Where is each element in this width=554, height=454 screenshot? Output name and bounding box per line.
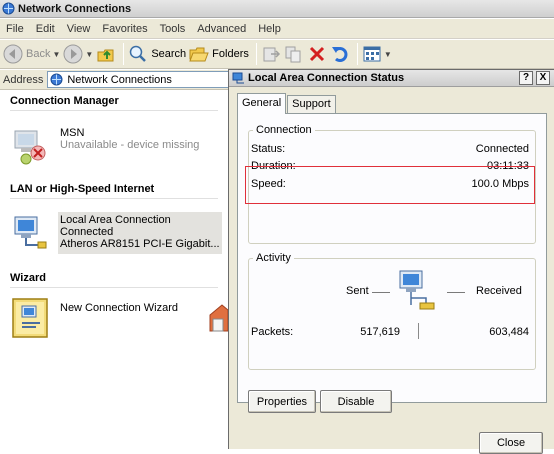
home-network-icon — [209, 304, 228, 332]
forward-arrow-icon — [63, 44, 83, 64]
lan-connection-icon — [14, 216, 47, 249]
status-label: Status: — [251, 143, 286, 155]
search-icon — [130, 45, 147, 62]
packets-sent-value: 517,619 — [360, 326, 400, 338]
duration-value: 03:11:33 — [486, 160, 529, 172]
address-value: Network Connections — [67, 73, 172, 86]
menu-favorites[interactable]: Favorites — [96, 23, 153, 35]
back-label: Back — [26, 48, 51, 60]
properties-button[interactable]: Properties — [248, 390, 316, 413]
views-icon — [363, 46, 381, 62]
general-tab-panel: Connection Status: Connected Duration: 0… — [237, 113, 547, 413]
activity-group: Activity — [248, 252, 536, 370]
network-connection-icon — [232, 72, 244, 83]
toolbar-separator — [356, 43, 358, 65]
menu-advanced[interactable]: Advanced — [191, 23, 252, 35]
received-label: Received — [476, 285, 522, 297]
undo-icon — [331, 47, 348, 62]
delete-button[interactable] — [307, 42, 327, 66]
activity-legend: Activity — [256, 252, 291, 264]
address-input[interactable]: Network Connections — [47, 71, 238, 88]
speed-value: 100.0 Mbps — [471, 178, 529, 190]
dialog-title: Local Area Connection Status — [248, 72, 405, 84]
chevron-down-icon[interactable]: ▼ — [85, 50, 93, 59]
menu-edit[interactable]: Edit — [30, 23, 61, 35]
undo-button[interactable] — [330, 42, 350, 66]
list-item-local-area-connection[interactable]: Local Area Connection Connected Atheros … — [10, 212, 222, 254]
address-label: Address — [3, 73, 44, 86]
move-to-button[interactable] — [261, 42, 281, 66]
menu-bar: File Edit View Favorites Tools Advanced … — [0, 19, 554, 39]
list-item-msn[interactable]: MSN Unavailable - device missing — [10, 127, 199, 169]
menu-help[interactable]: Help — [252, 23, 287, 35]
dialog-close-x-button[interactable]: X — [536, 71, 550, 85]
menu-view[interactable]: View — [61, 23, 97, 35]
packets-received-value: 603,484 — [489, 326, 529, 338]
forward-button[interactable]: ▼ — [63, 42, 93, 66]
msn-connection-icon — [14, 130, 46, 165]
close-button[interactable]: Close — [479, 432, 543, 454]
toolbar: Back ▼ ▼ Search Folders ▼ — [0, 40, 554, 69]
back-arrow-icon — [3, 44, 23, 64]
lan-connection-text: Local Area Connection Connected Atheros … — [58, 212, 222, 254]
lan-connection-status: Connected — [60, 226, 114, 238]
tab-strip: General Support — [237, 93, 337, 114]
tab-general[interactable]: General — [237, 93, 287, 114]
connection-status-dialog: Local Area Connection Status ? X General… — [228, 69, 554, 454]
dialog-titlebar: Local Area Connection Status — [229, 70, 554, 87]
received-divider — [447, 292, 465, 293]
copy-to-button[interactable] — [284, 42, 304, 66]
sent-label: Sent — [346, 285, 369, 297]
toolbar-separator — [123, 43, 125, 65]
menu-tools[interactable]: Tools — [154, 23, 192, 35]
window-title: Network Connections — [18, 2, 132, 15]
back-button[interactable]: Back ▼ — [3, 42, 60, 66]
up-folder-icon — [97, 49, 114, 62]
connections-list: Connection Manager MSN Unavailable - dev… — [0, 91, 228, 449]
folders-icon — [189, 47, 209, 62]
folders-label: Folders — [212, 48, 249, 60]
packets-divider — [418, 323, 419, 339]
msn-name: MSN — [60, 127, 85, 139]
group-header-connection-manager: Connection Manager — [10, 95, 218, 111]
chevron-down-icon[interactable]: ▼ — [52, 50, 60, 59]
status-value: Connected — [475, 143, 529, 155]
window-titlebar: Network Connections — [0, 0, 554, 18]
lan-connection-name: Local Area Connection — [60, 214, 171, 226]
up-folder-button[interactable] — [96, 42, 116, 66]
speed-label: Speed: — [251, 178, 286, 190]
copy-to-icon — [285, 46, 301, 63]
msn-status: Unavailable - device missing — [60, 139, 200, 151]
list-item-new-connection-wizard[interactable]: New Connection Wizard — [10, 296, 178, 342]
sent-divider — [372, 292, 390, 293]
search-label: Search — [151, 48, 187, 60]
move-to-icon — [263, 47, 280, 62]
packets-label: Packets: — [251, 326, 294, 338]
chevron-down-icon[interactable]: ▼ — [384, 50, 392, 59]
network-activity-icon — [399, 270, 435, 310]
connection-legend: Connection — [256, 124, 312, 136]
toolbar-separator — [255, 43, 257, 65]
disable-button[interactable]: Disable — [320, 390, 392, 413]
search-button[interactable]: Search — [128, 42, 186, 66]
network-connections-icon — [2, 2, 15, 15]
help-button[interactable]: ? — [519, 71, 533, 85]
group-header-wizard: Wizard — [10, 272, 218, 288]
network-connections-icon — [50, 73, 63, 86]
lan-connection-device: Atheros AR8151 PCI-E Gigabit... — [60, 238, 220, 250]
views-button[interactable]: ▼ — [362, 42, 392, 66]
tab-support[interactable]: Support — [287, 95, 336, 113]
wizard-name: New Connection Wizard — [60, 302, 178, 314]
group-header-lan: LAN or High-Speed Internet — [10, 183, 218, 199]
delete-x-icon — [309, 46, 324, 62]
wizard-icon — [12, 298, 48, 338]
folders-button[interactable]: Folders — [189, 42, 249, 66]
duration-label: Duration: — [251, 160, 296, 172]
menu-file[interactable]: File — [0, 23, 30, 35]
